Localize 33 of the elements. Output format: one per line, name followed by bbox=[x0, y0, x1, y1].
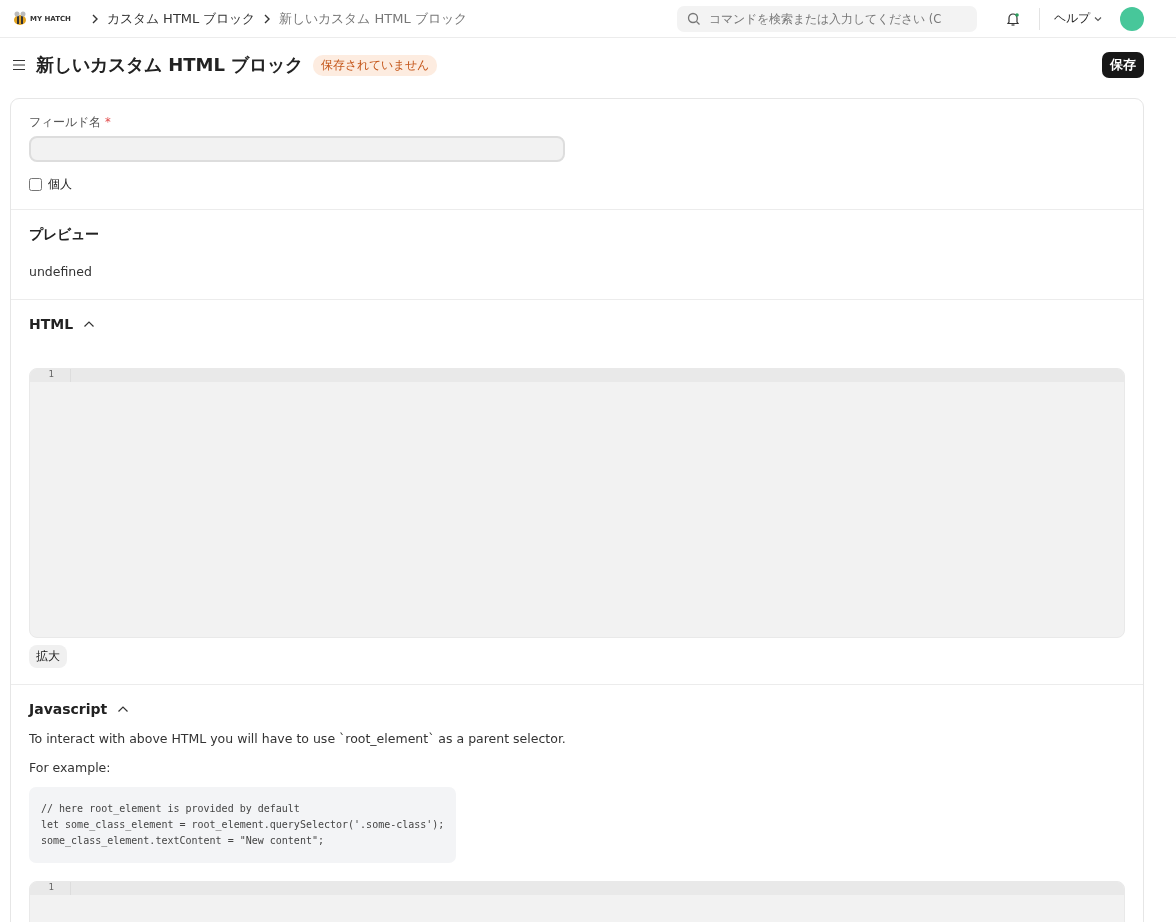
code-example: // here root_element is provided by default let some_class_element = root_element.querySelector('.some-class'); some_class_element.textContent = "New content"; bbox=[29, 787, 457, 863]
help-menu[interactable]: ヘルプ bbox=[1054, 10, 1102, 27]
code-editor[interactable]: 1 bbox=[29, 368, 1125, 638]
description-text: To interact with above HTML you will have to use `root_element` as a parent selector. bbox=[29, 731, 567, 746]
chevron-down-icon bbox=[1094, 15, 1102, 22]
section-heading: プレビュー bbox=[29, 226, 100, 244]
menu-icon[interactable] bbox=[12, 59, 26, 71]
breadcrumb-link[interactable]: カスタム HTML ブロック bbox=[107, 9, 256, 28]
collapse-icon[interactable] bbox=[117, 705, 130, 713]
chevron-right-icon bbox=[263, 13, 272, 24]
collapse-icon[interactable] bbox=[83, 320, 96, 328]
example-label: For example: bbox=[29, 760, 112, 775]
section-heading: HTML bbox=[29, 316, 74, 332]
required-mark: * bbox=[105, 115, 111, 130]
expand-button[interactable]: 拡大 bbox=[29, 645, 67, 668]
page-title: 新しいカスタム HTML ブロック bbox=[36, 53, 304, 77]
line-number: 1 bbox=[30, 882, 71, 895]
checkbox-label: 個人 bbox=[48, 176, 72, 193]
save-button[interactable]: 保存 bbox=[1102, 52, 1144, 78]
field-label: フィールド名 bbox=[29, 115, 101, 130]
code-editor[interactable]: 1 bbox=[29, 881, 1125, 922]
preview-text: undefined bbox=[29, 264, 93, 279]
line-number: 1 bbox=[30, 369, 71, 382]
field-name-input[interactable] bbox=[29, 136, 565, 162]
breadcrumb-link[interactable]: 新しいカスタム HTML ブロック bbox=[279, 9, 467, 28]
bee-icon bbox=[12, 10, 28, 27]
chevron-right-icon bbox=[91, 13, 99, 24]
search-field[interactable]: コマンドを検索または入力してください (C bbox=[677, 5, 977, 32]
section-heading: Javascript bbox=[29, 701, 108, 717]
search-icon bbox=[687, 11, 701, 26]
private-checkbox[interactable] bbox=[29, 178, 42, 191]
notification-bell-icon[interactable] bbox=[1005, 10, 1021, 27]
status-badge: 保存されていません bbox=[313, 54, 438, 76]
